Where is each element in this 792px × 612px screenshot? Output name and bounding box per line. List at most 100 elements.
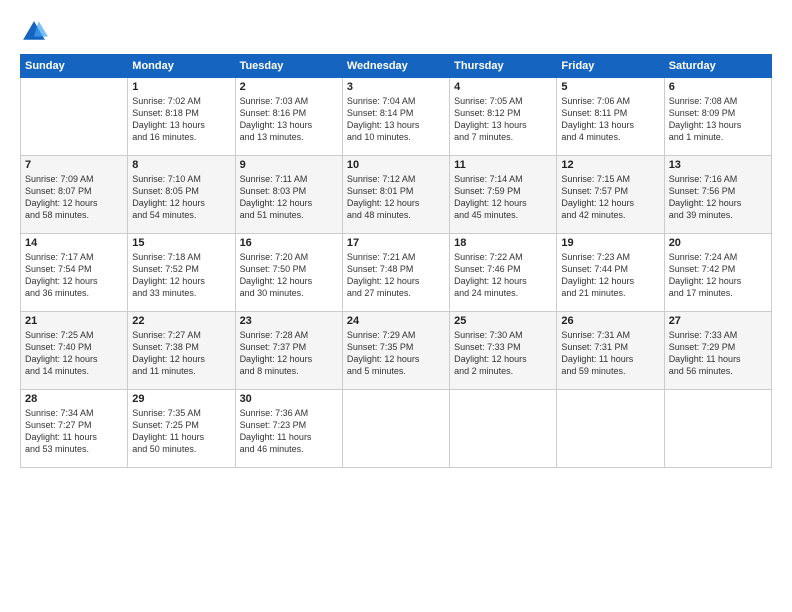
calendar-cell: [557, 390, 664, 468]
calendar-week-5: 28 Sunrise: 7:34 AM Sunset: 7:27 PM Dayli…: [21, 390, 772, 468]
calendar-cell: 1 Sunrise: 7:02 AM Sunset: 8:18 PM Daylig…: [128, 78, 235, 156]
calendar-header-tuesday: Tuesday: [235, 55, 342, 78]
day-number: 27: [669, 315, 767, 327]
day-number: 16: [240, 237, 338, 249]
day-info: Sunrise: 7:25 AM Sunset: 7:40 PM Dayligh…: [25, 329, 123, 378]
day-number: 17: [347, 237, 445, 249]
day-number: 9: [240, 159, 338, 171]
day-number: 6: [669, 81, 767, 93]
calendar-cell: 22Sunrise: 7:27 AM Sunset: 7:38 PM Dayli…: [128, 312, 235, 390]
logo-icon: [20, 18, 48, 46]
day-info: Sunrise: 7:08 AM Sunset: 8:09 PM Dayligh…: [669, 95, 767, 144]
day-info: Sunrise: 7:21 AM Sunset: 7:48 PM Dayligh…: [347, 251, 445, 300]
calendar-cell: 17 Sunrise: 7:21 AM Sunset: 7:48 PM Dayli…: [342, 234, 449, 312]
day-info: Sunrise: 7:15 AM Sunset: 7:57 PM Dayligh…: [561, 173, 659, 222]
day-number: 29: [132, 393, 230, 405]
day-number: 10: [347, 159, 445, 171]
logo: [20, 18, 52, 46]
day-info: Sunrise: 7:09 AM Sunset: 8:07 PM Dayligh…: [25, 173, 123, 222]
calendar-cell: 10 Sunrise: 7:12 AM Sunset: 8:01 PM Dayli…: [342, 156, 449, 234]
calendar-page: SundayMondayTuesdayWednesdayThursdayFrid…: [0, 0, 792, 612]
day-info: Sunrise: 7:04 AM Sunset: 8:14 PM Dayligh…: [347, 95, 445, 144]
calendar-cell: 15 Sunrise: 7:18 AM Sunset: 7:52 PM Dayli…: [128, 234, 235, 312]
day-info: Sunrise: 7:23 AM Sunset: 7:44 PM Dayligh…: [561, 251, 659, 300]
calendar-header-friday: Friday: [557, 55, 664, 78]
day-number: 22: [132, 315, 230, 327]
calendar-cell: 16 Sunrise: 7:20 AM Sunset: 7:50 PM Dayli…: [235, 234, 342, 312]
day-info: Sunrise: 7:30 AM Sunset: 7:33 PM Dayligh…: [454, 329, 552, 378]
day-number: 12: [561, 159, 659, 171]
day-number: 23: [240, 315, 338, 327]
day-info: Sunrise: 7:03 AM Sunset: 8:16 PM Dayligh…: [240, 95, 338, 144]
day-number: 5: [561, 81, 659, 93]
calendar-week-4: 21 Sunrise: 7:25 AM Sunset: 7:40 PM Dayli…: [21, 312, 772, 390]
calendar-week-1: 1 Sunrise: 7:02 AM Sunset: 8:18 PM Daylig…: [21, 78, 772, 156]
calendar-cell: 2 Sunrise: 7:03 AM Sunset: 8:16 PM Daylig…: [235, 78, 342, 156]
calendar-cell: 3 Sunrise: 7:04 AM Sunset: 8:14 PM Daylig…: [342, 78, 449, 156]
calendar-header-thursday: Thursday: [450, 55, 557, 78]
day-info: Sunrise: 7:20 AM Sunset: 7:50 PM Dayligh…: [240, 251, 338, 300]
calendar-cell: 28 Sunrise: 7:34 AM Sunset: 7:27 PM Dayli…: [21, 390, 128, 468]
day-info: Sunrise: 7:36 AM Sunset: 7:23 PM Dayligh…: [240, 407, 338, 456]
calendar-cell: [21, 78, 128, 156]
header: [20, 18, 772, 46]
day-info: Sunrise: 7:31 AM Sunset: 7:31 PM Dayligh…: [561, 329, 659, 378]
calendar-cell: 21 Sunrise: 7:25 AM Sunset: 7:40 PM Dayli…: [21, 312, 128, 390]
calendar-cell: 7 Sunrise: 7:09 AM Sunset: 8:07 PM Daylig…: [21, 156, 128, 234]
day-number: 15: [132, 237, 230, 249]
calendar-cell: 26 Sunrise: 7:31 AM Sunset: 7:31 PM Dayli…: [557, 312, 664, 390]
day-info: Sunrise: 7:34 AM Sunset: 7:27 PM Dayligh…: [25, 407, 123, 456]
day-number: 1: [132, 81, 230, 93]
calendar-cell: 5 Sunrise: 7:06 AM Sunset: 8:11 PM Daylig…: [557, 78, 664, 156]
calendar-cell: [450, 390, 557, 468]
day-info: Sunrise: 7:12 AM Sunset: 8:01 PM Dayligh…: [347, 173, 445, 222]
calendar-cell: 25 Sunrise: 7:30 AM Sunset: 7:33 PM Dayli…: [450, 312, 557, 390]
day-info: Sunrise: 7:29 AM Sunset: 7:35 PM Dayligh…: [347, 329, 445, 378]
calendar-cell: 27 Sunrise: 7:33 AM Sunset: 7:29 PM Dayli…: [664, 312, 771, 390]
day-info: Sunrise: 7:11 AM Sunset: 8:03 PM Dayligh…: [240, 173, 338, 222]
calendar-cell: 13 Sunrise: 7:16 AM Sunset: 7:56 PM Dayli…: [664, 156, 771, 234]
day-info: Sunrise: 7:14 AM Sunset: 7:59 PM Dayligh…: [454, 173, 552, 222]
day-info: Sunrise: 7:06 AM Sunset: 8:11 PM Dayligh…: [561, 95, 659, 144]
calendar-week-2: 7 Sunrise: 7:09 AM Sunset: 8:07 PM Daylig…: [21, 156, 772, 234]
calendar-header-wednesday: Wednesday: [342, 55, 449, 78]
day-number: 21: [25, 315, 123, 327]
day-number: 19: [561, 237, 659, 249]
calendar-header-sunday: Sunday: [21, 55, 128, 78]
calendar-cell: 12 Sunrise: 7:15 AM Sunset: 7:57 PM Dayli…: [557, 156, 664, 234]
calendar-header-saturday: Saturday: [664, 55, 771, 78]
calendar-cell: 11Sunrise: 7:14 AM Sunset: 7:59 PM Dayli…: [450, 156, 557, 234]
day-info: Sunrise: 7:24 AM Sunset: 7:42 PM Dayligh…: [669, 251, 767, 300]
day-number: 4: [454, 81, 552, 93]
day-number: 26: [561, 315, 659, 327]
day-info: Sunrise: 7:33 AM Sunset: 7:29 PM Dayligh…: [669, 329, 767, 378]
day-number: 7: [25, 159, 123, 171]
day-info: Sunrise: 7:28 AM Sunset: 7:37 PM Dayligh…: [240, 329, 338, 378]
day-info: Sunrise: 7:16 AM Sunset: 7:56 PM Dayligh…: [669, 173, 767, 222]
day-number: 25: [454, 315, 552, 327]
day-number: 30: [240, 393, 338, 405]
calendar-cell: 6 Sunrise: 7:08 AM Sunset: 8:09 PM Daylig…: [664, 78, 771, 156]
day-number: 14: [25, 237, 123, 249]
calendar-cell: 29Sunrise: 7:35 AM Sunset: 7:25 PM Dayli…: [128, 390, 235, 468]
day-info: Sunrise: 7:22 AM Sunset: 7:46 PM Dayligh…: [454, 251, 552, 300]
day-info: Sunrise: 7:02 AM Sunset: 8:18 PM Dayligh…: [132, 95, 230, 144]
day-number: 3: [347, 81, 445, 93]
calendar-cell: 30 Sunrise: 7:36 AM Sunset: 7:23 PM Dayli…: [235, 390, 342, 468]
day-number: 28: [25, 393, 123, 405]
day-number: 13: [669, 159, 767, 171]
day-number: 8: [132, 159, 230, 171]
calendar-cell: 18 Sunrise: 7:22 AM Sunset: 7:46 PM Dayli…: [450, 234, 557, 312]
day-number: 2: [240, 81, 338, 93]
calendar-cell: 24 Sunrise: 7:29 AM Sunset: 7:35 PM Dayli…: [342, 312, 449, 390]
calendar-header-row: SundayMondayTuesdayWednesdayThursdayFrid…: [21, 55, 772, 78]
day-number: 18: [454, 237, 552, 249]
day-info: Sunrise: 7:18 AM Sunset: 7:52 PM Dayligh…: [132, 251, 230, 300]
calendar-cell: [664, 390, 771, 468]
calendar-cell: 14Sunrise: 7:17 AM Sunset: 7:54 PM Dayli…: [21, 234, 128, 312]
calendar-cell: 4 Sunrise: 7:05 AM Sunset: 8:12 PM Daylig…: [450, 78, 557, 156]
day-info: Sunrise: 7:05 AM Sunset: 8:12 PM Dayligh…: [454, 95, 552, 144]
day-number: 24: [347, 315, 445, 327]
calendar-cell: 9 Sunrise: 7:11 AM Sunset: 8:03 PM Daylig…: [235, 156, 342, 234]
calendar-cell: 23 Sunrise: 7:28 AM Sunset: 7:37 PM Dayli…: [235, 312, 342, 390]
